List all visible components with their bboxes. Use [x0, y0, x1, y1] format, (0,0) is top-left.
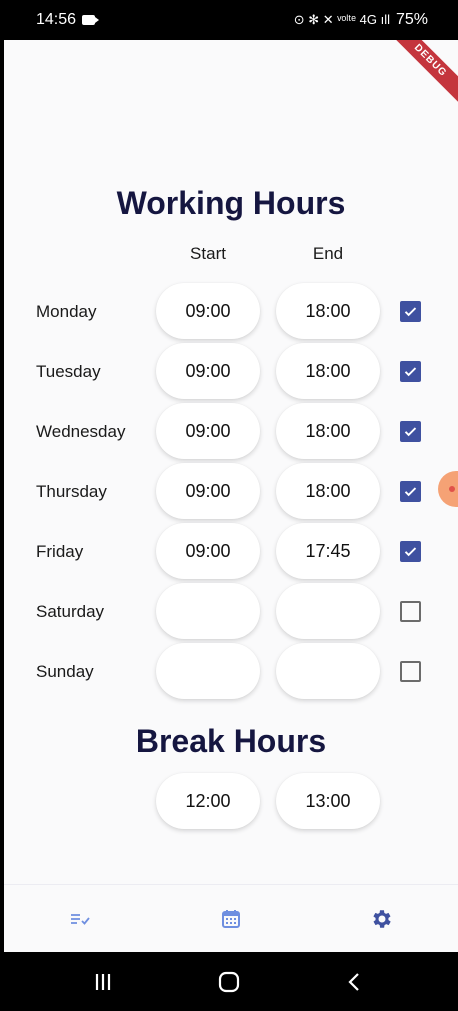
start-time-field[interactable]	[156, 643, 260, 699]
status-right: ⊙ ✻ ✕ ᵛᵒˡᵗᵉ 4G ıll 75%	[294, 11, 428, 29]
calendar-icon	[221, 909, 240, 928]
start-column-header: Start	[190, 244, 226, 263]
day-enabled-checkbox[interactable]	[400, 601, 421, 622]
working-hours-title: Working Hours	[116, 185, 346, 221]
system-navigation-bar	[0, 952, 458, 1011]
day-label: Thursday	[36, 482, 107, 501]
status-left: 14:56	[36, 11, 100, 29]
day-row-monday: Monday 09:00 18:00	[4, 283, 458, 341]
break-start-field[interactable]: 12:00	[156, 773, 260, 829]
day-label: Sunday	[36, 662, 94, 681]
home-button[interactable]	[199, 962, 259, 1002]
day-row-tuesday: Tuesday 09:00 18:00	[4, 343, 458, 401]
check-icon	[404, 547, 417, 557]
day-enabled-checkbox[interactable]	[400, 481, 421, 502]
end-time-field[interactable]: 18:00	[276, 283, 380, 339]
back-chevron-icon	[348, 972, 359, 991]
day-enabled-checkbox[interactable]	[400, 661, 421, 682]
status-bar: 14:56 ⊙ ✻ ✕ ᵛᵒˡᵗᵉ 4G ıll 75%	[0, 0, 458, 40]
checklist-icon	[70, 913, 90, 925]
day-row-sunday: Sunday	[4, 643, 458, 701]
check-icon	[404, 427, 417, 437]
nav-calendar[interactable]	[201, 894, 261, 944]
day-enabled-checkbox[interactable]	[400, 421, 421, 442]
start-time-field[interactable]	[156, 583, 260, 639]
start-time-field[interactable]: 09:00	[156, 523, 260, 579]
home-icon	[218, 971, 240, 992]
day-label: Friday	[36, 542, 84, 561]
nav-settings[interactable]	[352, 894, 412, 944]
start-time-field[interactable]: 09:00	[156, 283, 260, 339]
settings-gear-icon	[373, 909, 392, 928]
day-row-saturday: Saturday	[4, 583, 458, 641]
status-indicators: ⊙ ✻ ✕ ᵛᵒˡᵗᵉ 4G ıll	[293, 12, 390, 27]
check-icon	[404, 487, 417, 497]
day-label: Tuesday	[36, 362, 101, 381]
end-column-header: End	[312, 244, 344, 263]
day-enabled-checkbox[interactable]	[400, 301, 421, 322]
start-time-field[interactable]: 09:00	[156, 343, 260, 399]
end-time-field[interactable]: 18:00	[276, 343, 380, 399]
day-enabled-checkbox[interactable]	[400, 541, 421, 562]
start-time-field[interactable]: 09:00	[156, 403, 260, 459]
end-time-field[interactable]: 17:45	[276, 523, 380, 579]
day-row-friday: Friday 09:00 17:45	[4, 523, 458, 581]
day-label: Monday	[36, 302, 97, 321]
debug-banner: DEBUG	[381, 40, 458, 110]
day-label: Saturday	[36, 602, 105, 621]
day-label: Wednesday	[36, 422, 126, 441]
nav-tasks[interactable]	[50, 894, 110, 944]
day-row-thursday: Thursday 09:00 18:00	[4, 463, 458, 521]
check-icon	[404, 307, 417, 317]
end-time-field[interactable]: 18:00	[276, 403, 380, 459]
day-enabled-checkbox[interactable]	[400, 361, 421, 382]
back-button[interactable]	[325, 962, 385, 1002]
break-end-field[interactable]: 13:00	[276, 773, 380, 829]
battery-level: 75%	[395, 11, 428, 28]
end-time-field[interactable]	[276, 583, 380, 639]
end-time-field[interactable]	[276, 643, 380, 699]
bottom-navigation	[4, 884, 458, 952]
break-hours-row: 12:00 13:00	[4, 773, 458, 831]
start-time-field[interactable]: 09:00	[156, 463, 260, 519]
break-hours-title: Break Hours	[135, 723, 327, 759]
app-screen: DEBUG Working Hours Start End Monday 09:…	[4, 40, 458, 952]
recent-apps-button[interactable]	[73, 962, 133, 1002]
check-icon	[404, 367, 417, 377]
status-time: 14:56	[36, 11, 77, 28]
end-time-field[interactable]: 18:00	[276, 463, 380, 519]
recent-apps-icon	[95, 973, 111, 990]
video-camera-icon	[82, 15, 100, 25]
day-row-wednesday: Wednesday 09:00 18:00	[4, 403, 458, 461]
